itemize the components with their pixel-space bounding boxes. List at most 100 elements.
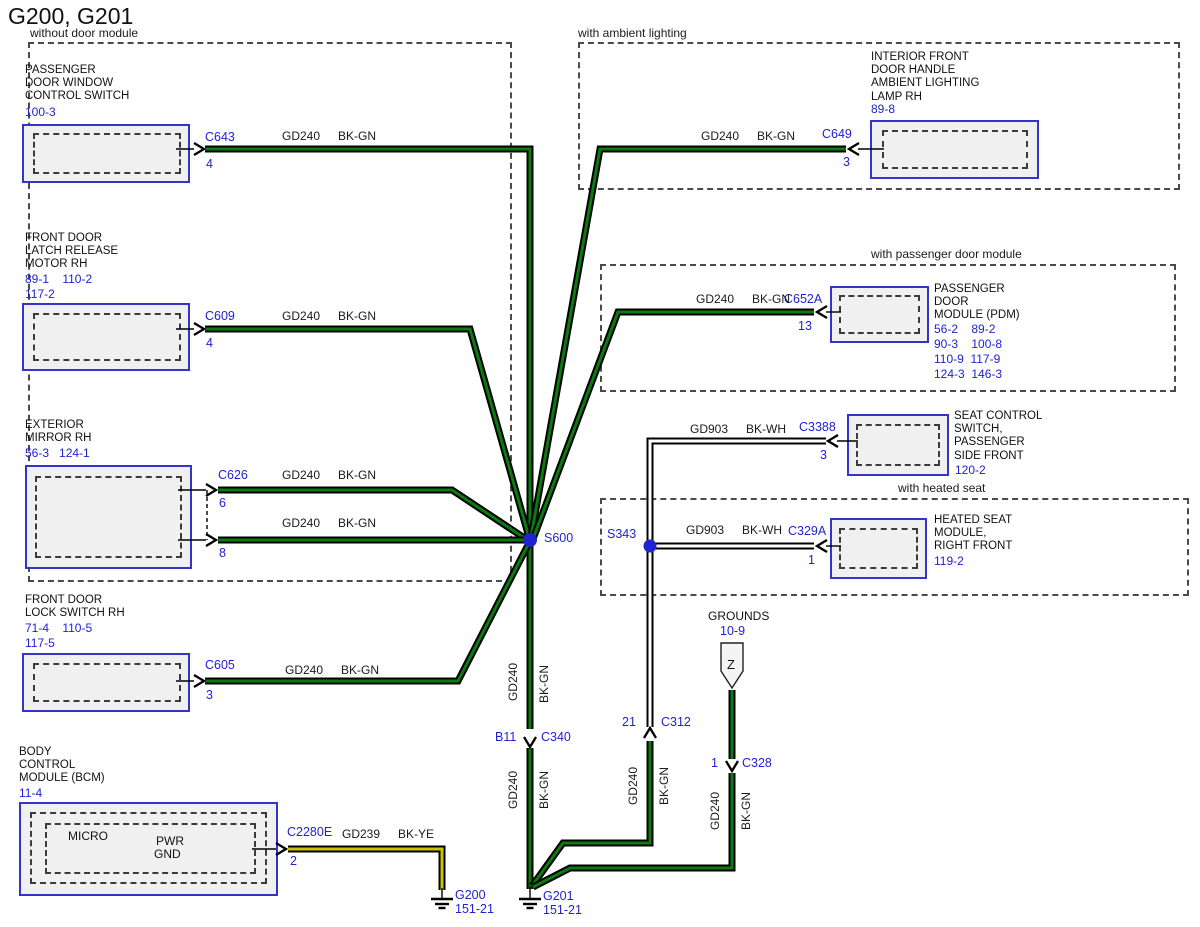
ground-g200-ref: 151-21 <box>455 902 494 916</box>
circuit-pdm: GD240 <box>696 292 734 306</box>
label-passenger-door-window-switch: PASSENGER DOOR WINDOW CONTROL SWITCH <box>25 64 129 104</box>
region-label-with-passenger-door-module: with passenger door module <box>871 247 1022 261</box>
connector-c340: C340 <box>541 730 571 744</box>
color-seat-switch: BK-WH <box>746 422 786 436</box>
refs-latch-release-motor: 89-1 110-2 117-2 <box>25 272 92 302</box>
ground-symbol-g201 <box>519 886 541 908</box>
color-c605: BK-GN <box>341 663 379 677</box>
color-c609: BK-GN <box>338 309 376 323</box>
wire-label-seat-switch: GD903 BK-WH <box>690 422 786 436</box>
vwire-circuit-c328-lower: GD240 <box>708 792 722 830</box>
label-bcm-micro: MICRO <box>68 829 108 843</box>
arrow-c3388-icon <box>828 435 838 447</box>
arrow-c649-icon <box>849 143 859 155</box>
label-latch-release-motor: FRONT DOOR LATCH RELEASE MOTOR RH <box>25 232 118 272</box>
wire-c605 <box>205 543 529 681</box>
region-label-with-ambient-lighting: with ambient lighting <box>578 26 687 40</box>
region-label-with-heated-seat: with heated seat <box>898 481 985 495</box>
refs-bcm: 11-4 <box>19 786 42 801</box>
ground-g200-label: G200 <box>455 888 486 902</box>
grounds-header: GROUNDS <box>708 609 769 623</box>
connector-c609: C609 <box>205 309 235 323</box>
label-bcm-gnd: GND <box>154 847 181 861</box>
color-c626-6: BK-GN <box>338 468 376 482</box>
vwire-circuit-trunk-lower: GD240 <box>506 771 520 809</box>
ground-g201-ref: 151-21 <box>543 903 582 917</box>
circuit-c626-6: GD240 <box>282 468 320 482</box>
wire-label-pdm: GD240BK-GN <box>696 292 790 306</box>
label-heated-seat: HEATED SEAT MODULE, RIGHT FRONT <box>934 514 1012 554</box>
arrow-c328-icon <box>726 761 738 771</box>
circuit-c609: GD240 <box>282 309 320 323</box>
pin-c329a: 1 <box>808 553 815 567</box>
circuit-c626-8: GD240 <box>282 516 320 530</box>
color-heated-seat: BK-WH <box>742 523 782 537</box>
ground-z-label: Z <box>727 657 735 672</box>
circuit-seat-switch: GD903 <box>690 422 728 436</box>
label-exterior-mirror: EXTERIOR MIRROR RH <box>25 419 91 445</box>
color-c643: BK-GN <box>338 129 376 143</box>
circuit-c605: GD240 <box>285 663 323 677</box>
pin-c340: B11 <box>495 730 516 744</box>
grounds-header-ref: 10-9 <box>720 624 745 638</box>
pin-c649: 3 <box>843 155 850 169</box>
circuit-heated-seat: GD903 <box>686 523 724 537</box>
wire-label-c643: GD240 BK-GN <box>282 129 376 143</box>
arrow-c340-icon <box>524 737 536 747</box>
arrow-c605-icon <box>194 675 204 687</box>
splice-s600-dot <box>523 533 537 547</box>
arrow-c312-icon <box>644 728 656 738</box>
vwire-circuit-trunk-upper: GD240 <box>506 663 520 701</box>
pin-c312: 21 <box>622 715 636 729</box>
wire-label-bcm: GD239BK-YE <box>342 827 434 841</box>
refs-lock-switch: 71-4 110-5 117-5 <box>25 621 92 651</box>
arrow-c2280e-icon <box>276 843 286 855</box>
label-ambient-lamp: INTERIOR FRONT DOOR HANDLE AMBIENT LIGHT… <box>871 51 979 104</box>
refs-seat-switch: 120-2 <box>955 463 986 478</box>
pin-c643: 4 <box>206 157 213 171</box>
connector-c312: C312 <box>661 715 691 729</box>
wire-label-c609: GD240 BK-GN <box>282 309 376 323</box>
ground-g201-label: G201 <box>543 889 574 903</box>
color-ambient: BK-GN <box>757 129 795 143</box>
label-pdm: PASSENGER DOOR MODULE (PDM) <box>934 283 1020 323</box>
connector-c3388: C3388 <box>799 420 836 434</box>
arrow-c652a-icon <box>817 306 827 318</box>
circuit-c643: GD240 <box>282 129 320 143</box>
wire-ambient <box>531 149 846 537</box>
pin-c626-8: 8 <box>219 546 226 560</box>
refs-ambient-lamp: 89-8 <box>871 102 895 117</box>
color-c626-8: BK-GN <box>338 516 376 530</box>
connector-c328: C328 <box>742 756 772 770</box>
pin-c605: 3 <box>206 688 213 702</box>
vwire-color-c328-lower: BK-GN <box>739 792 753 830</box>
wire-bcm-ground <box>288 849 442 890</box>
pin-c3388: 3 <box>820 448 827 462</box>
arrow-c609-icon <box>194 323 204 335</box>
pin-c652a: 13 <box>798 319 812 333</box>
pin-c328: 1 <box>711 756 718 770</box>
wire-label-c605: GD240 BK-GN <box>285 663 379 677</box>
vwire-color-trunk-lower: BK-GN <box>537 771 551 809</box>
connector-c329a: C329A <box>788 524 826 538</box>
vwire-color-trunk-upper: BK-GN <box>537 665 551 703</box>
ground-symbol-g200 <box>431 888 453 908</box>
wire-label-heated-seat: GD903 BK-WH <box>686 523 782 537</box>
pin-c609: 4 <box>206 336 213 350</box>
wire-label-c626-6: GD240 BK-GN <box>282 468 376 482</box>
arrow-c329a-icon <box>817 540 827 552</box>
vwire-circuit-c312-lower: GD240 <box>626 767 640 805</box>
color-bcm: BK-YE <box>398 827 434 841</box>
label-bcm-pwr: PWR <box>156 834 184 848</box>
wire-label-c626-8: GD240 BK-GN <box>282 516 376 530</box>
pin-c626-6: 6 <box>219 496 226 510</box>
label-seat-switch: SEAT CONTROL SWITCH, PASSENGER SIDE FRON… <box>954 410 1042 463</box>
connector-c2280e: C2280E <box>287 825 332 839</box>
region-label-without-door-module: without door module <box>30 26 138 40</box>
connector-c605: C605 <box>205 658 235 672</box>
wire-label-ambient: GD240BK-GN <box>701 129 795 143</box>
label-lock-switch: FRONT DOOR LOCK SWITCH RH <box>25 594 125 620</box>
splice-label-s600: S600 <box>544 531 573 545</box>
connector-c643: C643 <box>205 130 235 144</box>
arrow-c643-icon <box>194 143 204 155</box>
